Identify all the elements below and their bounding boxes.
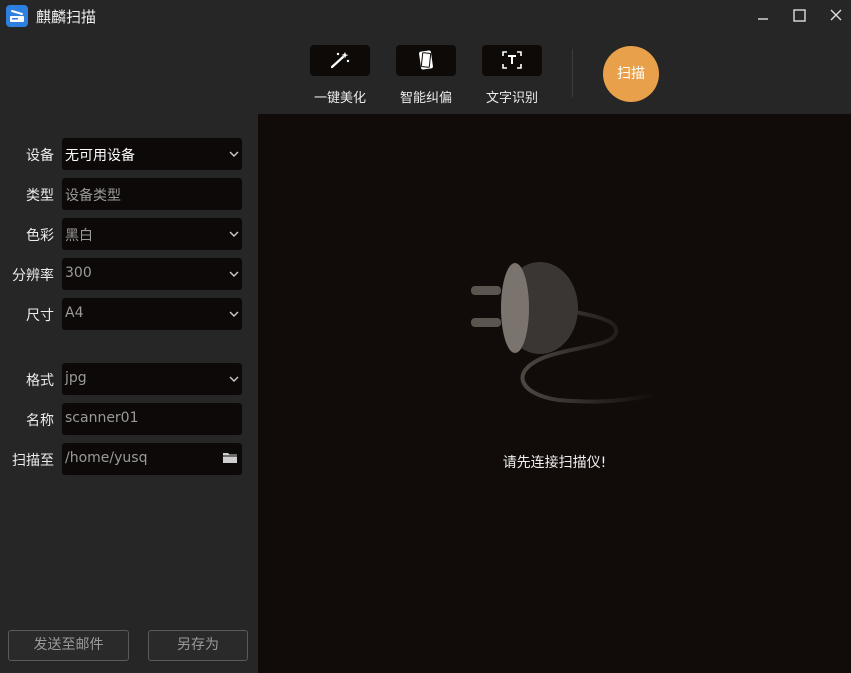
- minimize-icon: [758, 18, 768, 20]
- chevron-down-icon: [229, 311, 239, 317]
- color-select[interactable]: 黑白: [62, 218, 242, 250]
- color-row: 色彩 黑白: [0, 218, 258, 250]
- window-title: 麒麟扫描: [36, 8, 97, 26]
- type-row: 类型 设备类型: [0, 178, 258, 210]
- connect-scanner-message: 请先连接扫描仪!: [502, 455, 607, 471]
- name-label: 名称: [26, 413, 54, 429]
- send-to-mail-button[interactable]: 发送至邮件: [8, 630, 129, 661]
- beautify-label: 一键美化: [313, 91, 366, 106]
- save-path-row: 扫描至 /home/yusq: [0, 443, 258, 475]
- type-placeholder: 设备类型: [65, 188, 121, 204]
- ocr-label: 文字识别: [485, 91, 538, 106]
- resolution-row: 分辨率 300: [0, 258, 258, 290]
- save-path-label: 扫描至: [12, 453, 54, 469]
- ocr-text-icon: [502, 51, 522, 69]
- app-scanner-icon: [6, 5, 28, 27]
- device-select[interactable]: 无可用设备: [62, 138, 242, 170]
- deskew-label: 智能纠偏: [399, 91, 452, 106]
- name-value: scanner01: [65, 410, 139, 426]
- chevron-down-icon: [229, 271, 239, 277]
- format-value: jpg: [65, 370, 87, 386]
- size-label: 尺寸: [26, 308, 54, 324]
- device-value: 无可用设备: [65, 148, 135, 164]
- unplugged-icon: [471, 262, 657, 404]
- settings-panel: 设备 无可用设备 类型 设备类型 色彩 黑白 分辨率 300 尺寸 A4 格式: [0, 114, 258, 673]
- maximize-icon: [793, 9, 806, 22]
- format-label: 格式: [26, 373, 54, 389]
- size-row: 尺寸 A4: [0, 298, 258, 330]
- name-row: 名称 scanner01: [0, 403, 258, 435]
- close-icon: [830, 9, 842, 21]
- preview-area: 请先连接扫描仪!: [258, 114, 851, 673]
- resolution-label: 分辨率: [12, 268, 54, 284]
- toolbar-divider: [572, 49, 573, 97]
- color-value: 黑白: [65, 228, 93, 244]
- deskew-icon: [419, 50, 433, 70]
- maximize-button[interactable]: [787, 4, 811, 28]
- chevron-down-icon: [229, 231, 239, 237]
- save-as-button[interactable]: 另存为: [148, 630, 248, 661]
- ocr-button[interactable]: [482, 45, 542, 76]
- resolution-value: 300: [65, 265, 92, 281]
- resolution-select[interactable]: 300: [62, 258, 242, 290]
- size-select[interactable]: A4: [62, 298, 242, 330]
- format-row: 格式 jpg: [0, 363, 258, 395]
- magic-wand-icon: [330, 52, 350, 69]
- type-label: 类型: [26, 188, 54, 204]
- name-input[interactable]: scanner01: [62, 403, 242, 435]
- save-path-input[interactable]: /home/yusq: [62, 443, 242, 475]
- save-path-value: /home/yusq: [65, 450, 148, 466]
- folder-icon[interactable]: [222, 451, 238, 465]
- size-value: A4: [65, 305, 84, 321]
- chevron-down-icon: [229, 376, 239, 382]
- beautify-button[interactable]: [310, 45, 370, 76]
- minimize-button[interactable]: [751, 4, 775, 28]
- scan-button[interactable]: 扫描: [603, 46, 659, 102]
- device-row: 设备 无可用设备: [0, 138, 258, 170]
- format-select[interactable]: jpg: [62, 363, 242, 395]
- title-bar: 麒麟扫描: [0, 0, 851, 32]
- deskew-button[interactable]: [396, 45, 456, 76]
- chevron-down-icon: [229, 151, 239, 157]
- device-label: 设备: [26, 148, 54, 164]
- type-field[interactable]: 设备类型: [62, 178, 242, 210]
- color-label: 色彩: [26, 228, 54, 244]
- deskew-tool[interactable]: 智能纠偏: [396, 45, 456, 106]
- beautify-tool[interactable]: 一键美化: [310, 45, 370, 106]
- close-button[interactable]: [824, 4, 848, 28]
- toolbar: 一键美化 智能纠偏 文字识别: [0, 32, 851, 114]
- ocr-tool[interactable]: 文字识别: [482, 45, 542, 106]
